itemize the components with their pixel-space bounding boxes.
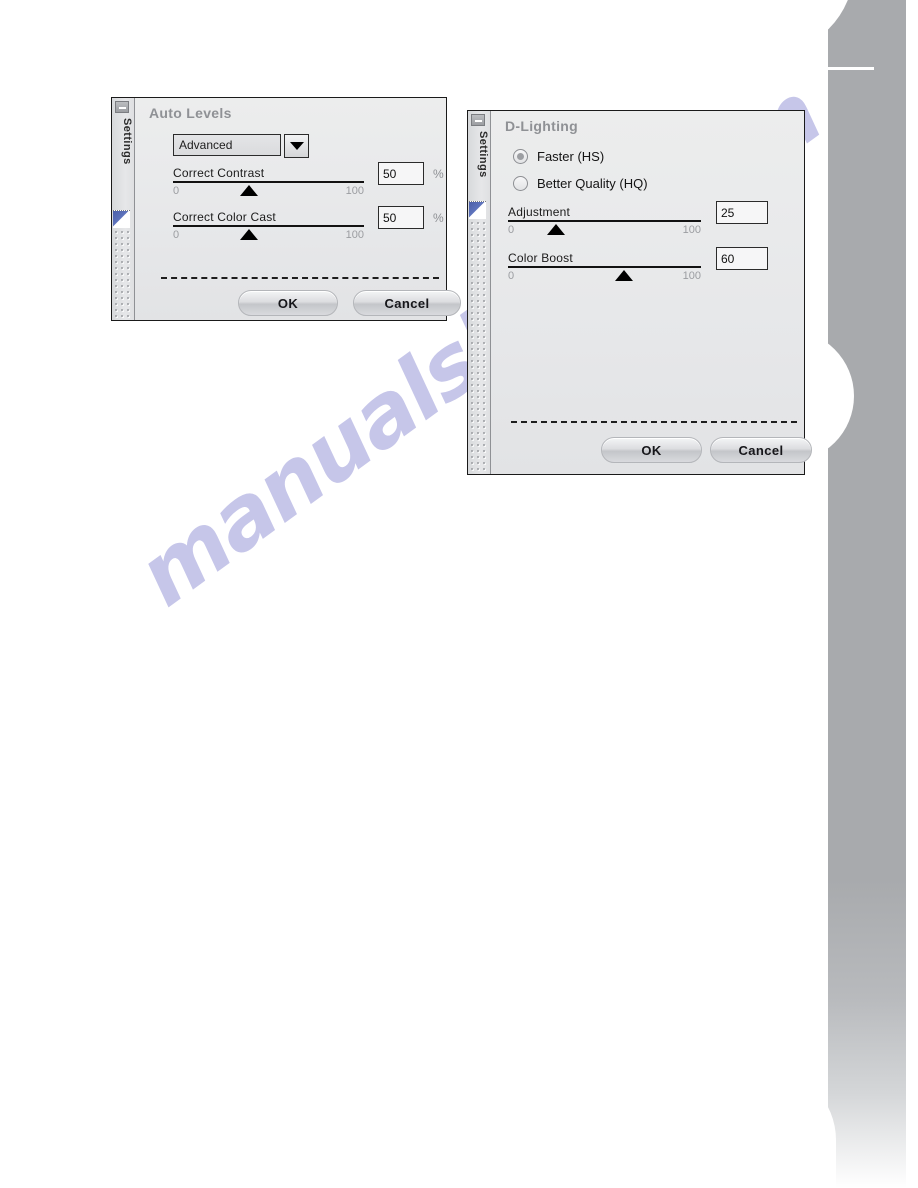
edge-notch-bottom <box>810 1068 836 1188</box>
radio-better-quality-hq-label: Better Quality (HQ) <box>537 176 648 191</box>
correct-contrast-value-field[interactable]: 50 <box>378 162 424 185</box>
auto-levels-mode-combo[interactable]: Advanced <box>173 134 309 158</box>
d-lighting-body: D-Lighting Faster (HS) Better Quality (H… <box>491 111 812 474</box>
correct-color-cast-thumb[interactable] <box>240 229 259 240</box>
auto-levels-settings-rail[interactable]: Settings <box>112 98 135 320</box>
rail-expander-triangle-icon[interactable] <box>113 210 130 228</box>
rail-dot-texture <box>469 220 487 474</box>
correct-color-cast-value-field[interactable]: 50 <box>378 206 424 229</box>
radio-faster-hs[interactable]: Faster (HS) <box>513 149 604 164</box>
radio-faster-hs-label: Faster (HS) <box>537 149 605 164</box>
adjustment-min: 0 <box>508 224 515 236</box>
color-boost-track[interactable] <box>508 266 701 268</box>
correct-color-cast-slider-row: Correct Color Cast 0 100 50 % <box>173 206 459 241</box>
correct-contrast-min: 0 <box>173 185 180 197</box>
color-boost-value-field[interactable]: 60 <box>716 247 768 270</box>
rail-dot-texture <box>113 229 131 320</box>
correct-contrast-thumb[interactable] <box>240 185 259 196</box>
edge-band-body <box>828 0 906 1188</box>
radio-selected-icon[interactable] <box>513 149 528 164</box>
color-boost-slider-row: Color Boost 0 100 60 <box>508 247 808 282</box>
adjustment-track[interactable] <box>508 220 701 222</box>
radio-unselected-icon[interactable] <box>513 176 528 191</box>
adjustment-thumb[interactable] <box>547 224 566 235</box>
d-lighting-cancel-button[interactable]: Cancel <box>710 437 812 463</box>
auto-levels-dialog[interactable]: Settings Auto Levels Advanced Correct Co… <box>111 97 461 321</box>
correct-color-cast-unit: % <box>433 211 444 225</box>
color-boost-min: 0 <box>508 270 515 282</box>
d-lighting-ok-button[interactable]: OK <box>601 437 702 463</box>
rail-label-settings: Settings <box>121 118 133 165</box>
auto-levels-title: Auto Levels <box>149 105 232 121</box>
auto-levels-cancel-button[interactable]: Cancel <box>353 290 461 316</box>
minimize-icon[interactable] <box>115 101 129 113</box>
correct-color-cast-min: 0 <box>173 229 180 241</box>
auto-levels-body: Auto Levels Advanced Correct Contrast 0 … <box>135 98 461 320</box>
color-boost-max: 100 <box>682 270 701 282</box>
radio-better-quality-hq[interactable]: Better Quality (HQ) <box>513 176 648 191</box>
correct-contrast-track[interactable] <box>173 181 364 183</box>
edge-notch-middle <box>810 330 854 462</box>
d-lighting-settings-rail[interactable]: Settings <box>468 111 491 474</box>
correct-contrast-slider-row: Correct Contrast 0 100 50 % <box>173 162 459 197</box>
rail-expander-triangle-icon[interactable] <box>469 201 486 219</box>
d-lighting-dialog[interactable]: Settings D-Lighting Faster (HS) Better Q… <box>467 110 812 475</box>
correct-contrast-unit: % <box>433 167 444 181</box>
color-boost-thumb[interactable] <box>614 270 633 281</box>
auto-levels-ok-button[interactable]: OK <box>238 290 338 316</box>
mode-combo-value[interactable]: Advanced <box>173 134 281 156</box>
adjustment-max: 100 <box>682 224 701 236</box>
chevron-down-icon[interactable] <box>284 134 309 158</box>
edge-white-rule <box>826 67 874 70</box>
correct-color-cast-track[interactable] <box>173 225 364 227</box>
adjustment-slider-row: Adjustment 0 100 25 <box>508 201 808 236</box>
correct-color-cast-max: 100 <box>345 229 364 241</box>
minimize-icon[interactable] <box>471 114 485 126</box>
d-lighting-footer-divider <box>511 421 797 423</box>
auto-levels-footer-divider <box>161 277 439 279</box>
page-edge-decoration <box>810 0 918 1188</box>
d-lighting-title: D-Lighting <box>505 118 578 134</box>
edge-notch-top <box>810 0 854 54</box>
correct-contrast-max: 100 <box>345 185 364 197</box>
adjustment-value-field[interactable]: 25 <box>716 201 768 224</box>
